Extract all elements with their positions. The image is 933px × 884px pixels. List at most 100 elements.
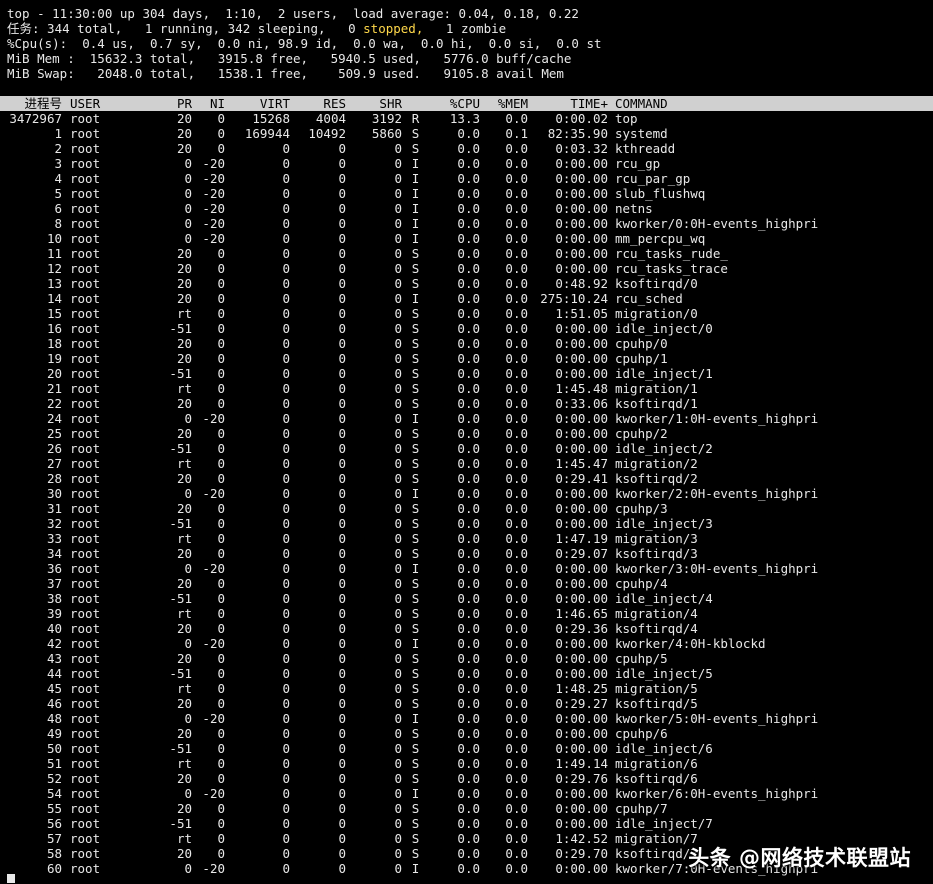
table-row[interactable]: 28 root 20 0 0 0 0 S 0.0 0.0 0:29.41 ksoftirqd/2 [0,471,933,486]
cell-pid: 48 [46,711,62,726]
table-row[interactable]: 40 root 20 0 0 0 0 S 0.0 0.0 0:29.36 ksoftirqd/4 [0,621,933,636]
cell-user: root [70,321,101,336]
cell-pr: 20 [176,471,192,486]
table-row[interactable]: 24 root 0 -20 0 0 0 I 0.0 0.0 0:00.00 kworker/1:0H-… [0,411,933,426]
cell-res: 0 [338,531,346,546]
table-row[interactable]: 54 root 0 -20 0 0 0 I 0.0 0.0 0:00.00 kworker/6:0H-… [0,786,933,801]
table-row[interactable]: 52 root 20 0 0 0 0 S 0.0 0.0 0:29.76 ksoftirqd/6 [0,771,933,786]
table-row[interactable]: 18 root 20 0 0 0 0 S 0.0 0.0 0:00.00 cpuhp/0 [0,336,933,351]
cell-pid: 25 [46,426,62,441]
cell-virt: 0 [282,591,290,606]
table-row[interactable]: 45 root rt 0 0 0 0 S 0.0 0.0 1:48.25 migration/5 [0,681,933,696]
cell-res: 0 [338,666,346,681]
cell-user: root [70,111,101,126]
cell-mem: 0.0 [505,171,528,186]
cell-user: root [70,696,101,711]
table-row[interactable]: 31 root 20 0 0 0 0 S 0.0 0.0 0:00.00 cpuhp/3 [0,501,933,516]
cell-mem: 0.0 [505,456,528,471]
cell-shr: 0 [394,846,402,861]
table-row[interactable]: 2 root 20 0 0 0 0 S 0.0 0.0 0:03.32 kthreadd [0,141,933,156]
cell-ni: 0 [217,771,225,786]
cell-virt: 0 [282,426,290,441]
table-row[interactable]: 37 root 20 0 0 0 0 S 0.0 0.0 0:00.00 cpuhp/4 [0,576,933,591]
cell-mem: 0.0 [505,831,528,846]
table-row[interactable]: 48 root 0 -20 0 0 0 I 0.0 0.0 0:00.00 kworker/5:0H-… [0,711,933,726]
table-row[interactable]: 26 root -51 0 0 0 0 S 0.0 0.0 0:00.00 idle_inject/2 [0,441,933,456]
cell-mem: 0.0 [505,501,528,516]
cell-res: 0 [338,321,346,336]
table-row[interactable]: 11 root 20 0 0 0 0 S 0.0 0.0 0:00.00 rcu_tasks_rude… [0,246,933,261]
cell-user: root [70,261,101,276]
cell-pr: rt [176,531,192,546]
table-row[interactable]: 8 root 0 -20 0 0 0 I 0.0 0.0 0:00.00 kworker/0:0H-e… [0,216,933,231]
cell-command: migration/0 [615,306,698,321]
cell-pr: 20 [176,141,192,156]
cell-ni: 0 [217,441,225,456]
col-ni-header: NI [209,96,225,111]
table-row[interactable]: 15 root rt 0 0 0 0 S 0.0 0.0 1:51.05 migration/0 [0,306,933,321]
table-row[interactable]: 14 root 20 0 0 0 0 I 0.0 0.0 275:10.24 rcu_sched [0,291,933,306]
cell-user: root [70,156,101,171]
table-row[interactable]: 50 root -51 0 0 0 0 S 0.0 0.0 0:00.00 idle_inject/6 [0,741,933,756]
cell-virt: 0 [282,606,290,621]
table-row[interactable]: 33 root rt 0 0 0 0 S 0.0 0.0 1:47.19 migration/3 [0,531,933,546]
table-row[interactable]: 49 root 20 0 0 0 0 S 0.0 0.0 0:00.00 cpuhp/6 [0,726,933,741]
table-row[interactable]: 32 root -51 0 0 0 0 S 0.0 0.0 0:00.00 idle_inject/3 [0,516,933,531]
cell-cpu: 0.0 [457,246,480,261]
table-row[interactable]: 34 root 20 0 0 0 0 S 0.0 0.0 0:29.07 ksoftirqd/3 [0,546,933,561]
cell-ni: 0 [217,531,225,546]
cell-shr: 5860 [371,126,402,141]
table-row[interactable]: 20 root -51 0 0 0 0 S 0.0 0.0 0:00.00 idle_inject/1 [0,366,933,381]
cell-state: S [411,576,420,591]
table-row[interactable]: 3 root 0 -20 0 0 0 I 0.0 0.0 0:00.00 rcu_gp [0,156,933,171]
cell-state: S [411,261,420,276]
cell-user: root [70,366,101,381]
table-row[interactable]: 25 root 20 0 0 0 0 S 0.0 0.0 0:00.00 cpuhp/2 [0,426,933,441]
cell-virt: 0 [282,291,290,306]
cell-state: I [411,636,420,651]
table-row[interactable]: 36 root 0 -20 0 0 0 I 0.0 0.0 0:00.00 kworker/3:0H-… [0,561,933,576]
table-row[interactable]: 21 root rt 0 0 0 0 S 0.0 0.0 1:45.48 migration/1 [0,381,933,396]
cell-cpu: 0.0 [457,411,480,426]
table-row[interactable]: 16 root -51 0 0 0 0 S 0.0 0.0 0:00.00 idle_inject/0 [0,321,933,336]
table-row[interactable]: 19 root 20 0 0 0 0 S 0.0 0.0 0:00.00 cpuhp/1 [0,351,933,366]
cell-time: 0:00.00 [555,591,608,606]
table-row[interactable]: 43 root 20 0 0 0 0 S 0.0 0.0 0:00.00 cpuhp/5 [0,651,933,666]
cell-pid: 45 [46,681,62,696]
table-row[interactable]: 4 root 0 -20 0 0 0 I 0.0 0.0 0:00.00 rcu_par_gp [0,171,933,186]
cell-user: root [70,846,101,861]
cell-pid: 49 [46,726,62,741]
table-row[interactable]: 6 root 0 -20 0 0 0 I 0.0 0.0 0:00.00 netns [0,201,933,216]
terminal-window[interactable]: top - 11:30:00 up 304 days, 1:10, 2 user… [0,0,933,884]
table-row[interactable]: 44 root -51 0 0 0 0 S 0.0 0.0 0:00.00 idle_inject/5 [0,666,933,681]
cell-pr: 0 [184,216,192,231]
table-row[interactable]: 55 root 20 0 0 0 0 S 0.0 0.0 0:00.00 cpuhp/7 [0,801,933,816]
table-row[interactable]: 38 root -51 0 0 0 0 S 0.0 0.0 0:00.00 idle_inject/4 [0,591,933,606]
table-row[interactable]: 57 root rt 0 0 0 0 S 0.0 0.0 1:42.52 migration/7 [0,831,933,846]
table-row[interactable]: 39 root rt 0 0 0 0 S 0.0 0.0 1:46.65 migration/4 [0,606,933,621]
table-row[interactable]: 5 root 0 -20 0 0 0 I 0.0 0.0 0:00.00 slub_flushwq [0,186,933,201]
table-row[interactable]: 13 root 20 0 0 0 0 S 0.0 0.0 0:48.92 ksoftirqd/0 [0,276,933,291]
cell-virt: 0 [282,546,290,561]
table-row[interactable]: 3472967 root 20 0 15268 4004 3192 R 13.3 0.0 0:00.… [0,111,933,126]
cell-shr: 3192 [371,111,402,126]
cell-time: 0:00.00 [555,561,608,576]
cell-cpu: 0.0 [457,711,480,726]
cell-pr: rt [176,831,192,846]
table-row[interactable]: 51 root rt 0 0 0 0 S 0.0 0.0 1:49.14 migration/6 [0,756,933,771]
cell-pr: 0 [184,486,192,501]
table-row[interactable]: 10 root 0 -20 0 0 0 I 0.0 0.0 0:00.00 mm_percpu_wq [0,231,933,246]
table-row[interactable]: 22 root 20 0 0 0 0 S 0.0 0.0 0:33.06 ksoftirqd/1 [0,396,933,411]
table-row[interactable]: 12 root 20 0 0 0 0 S 0.0 0.0 0:00.00 rcu_tasks_trac… [0,261,933,276]
cell-pr: 0 [184,201,192,216]
cell-state: I [411,216,420,231]
table-row[interactable]: 27 root rt 0 0 0 0 S 0.0 0.0 1:45.47 migration/2 [0,456,933,471]
table-row[interactable]: 30 root 0 -20 0 0 0 I 0.0 0.0 0:00.00 kworker/2:0H-… [0,486,933,501]
cell-ni: 0 [217,681,225,696]
table-row[interactable]: 42 root 0 -20 0 0 0 I 0.0 0.0 0:00.00 kworker/4:0H-… [0,636,933,651]
table-row[interactable]: 56 root -51 0 0 0 0 S 0.0 0.0 0:00.00 idle_inject/7 [0,816,933,831]
table-row[interactable]: 46 root 20 0 0 0 0 S 0.0 0.0 0:29.27 ksoftirqd/5 [0,696,933,711]
cell-virt: 0 [282,831,290,846]
table-row[interactable]: 1 root 20 0 169944 10492 5860 S 0.0 0.1 82:35.90 sy… [0,126,933,141]
cell-cpu: 0.0 [457,126,480,141]
